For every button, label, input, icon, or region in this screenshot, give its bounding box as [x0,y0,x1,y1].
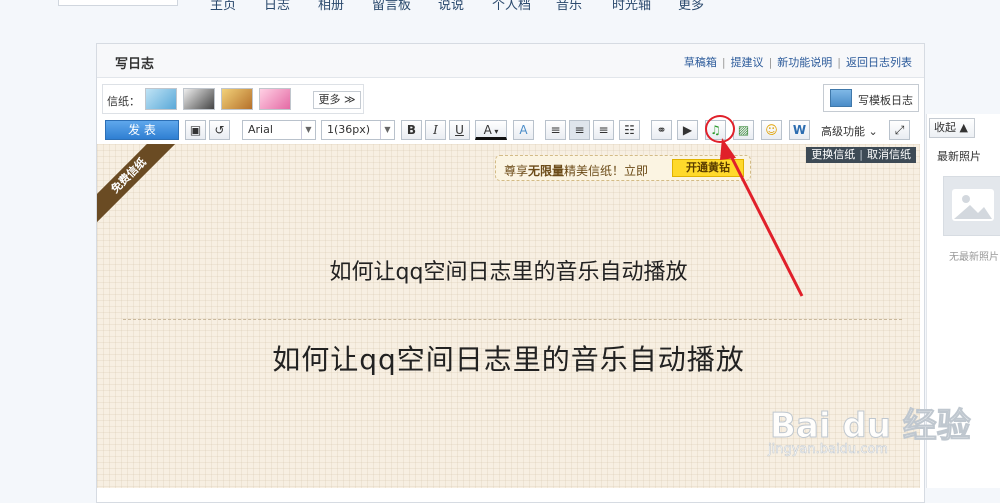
post-title[interactable]: 如何让qq空间日志里的音乐自动播放 [97,254,920,286]
bold-button[interactable]: B [401,120,422,140]
promo-banner: 尊享无限量精美信纸！立即 开通黄钻 [495,155,751,181]
photo-placeholder-icon [943,176,1000,236]
promo-text-bold: 无限量 [528,164,565,178]
nav-item-shuoshuo[interactable]: 说说 [438,0,464,13]
feedback-link[interactable]: 提建议 [731,56,764,69]
nav-item-home[interactable]: 主页 [210,0,236,13]
emoji-icon[interactable]: ☺ [761,120,782,140]
link-icon[interactable]: ⚭ [651,120,672,140]
link-separator: | [721,56,726,69]
font-family-select[interactable]: Arial ▼ [242,120,316,140]
nav-item-profile[interactable]: 个人档 [492,0,531,13]
advanced-features-menu[interactable]: 高级功能 ⌄ [821,123,878,139]
top-nav: 主页 日志 相册 留言板 说说 个人档 音乐 时光轴 更多 [0,0,1000,20]
paper-actions-bar: 更换信纸 | 取消信纸 [806,147,916,163]
nav-item-blog[interactable]: 日志 [264,0,290,13]
insert-widget-icon[interactable]: W [789,120,810,140]
page-title: 写日志 [115,57,155,72]
save-icon[interactable]: ▣ [185,120,206,140]
link-separator: | [837,56,841,69]
collapse-button[interactable]: 收起 ▲ [929,118,975,138]
undo-icon[interactable]: ↺ [209,120,230,140]
chevron-down-icon: ▼ [380,121,394,139]
stationery-thumb-dog[interactable] [183,88,215,110]
chevron-down-icon: ▼ [301,121,315,139]
fullscreen-icon[interactable]: ⤢ [889,120,910,140]
baidu-jingyan-watermark: Bai du 经验 [770,406,972,447]
stationery-thumb-lion[interactable] [221,88,253,110]
new-features-link[interactable]: 新功能说明 [777,56,832,69]
indent-icon[interactable]: ☷ [619,120,640,140]
align-center-icon[interactable]: ≡ [569,120,590,140]
watermark-url: jingyan.baidu.com [768,442,888,458]
stationery-label: 信纸： [107,95,140,108]
stationery-selector: 信纸： 更多 ≫ [102,84,364,114]
no-photo-text: 无最新照片 [949,252,999,263]
nav-item-more[interactable]: 更多 [678,0,704,13]
promo-text: 尊享无限量精美信纸！立即 [504,162,648,179]
nav-item-album[interactable]: 相册 [318,0,344,13]
stationery-thumb-flower[interactable] [259,88,291,110]
latest-photos-label: 最新照片 [937,150,981,163]
free-stationery-ribbon: 免费信纸 [97,144,179,226]
link-separator: | [859,148,863,161]
chevron-down-icon: ▾ [491,127,499,136]
header-links: 草稿箱 | 提建议 | 新功能说明 | 返回日志列表 [684,54,912,70]
template-label: 写模板日志 [858,94,913,107]
music-button-highlight-circle [705,115,735,143]
promo-text-pre: 尊享 [504,164,529,178]
align-right-icon[interactable]: ≡ [593,120,614,140]
font-size-select[interactable]: 1(36px) ▼ [321,120,395,140]
underline-button[interactable]: U [449,120,470,140]
video-icon[interactable]: ▶ [677,120,698,140]
font-family-value: Arial [248,123,273,136]
align-left-icon[interactable]: ≡ [545,120,566,140]
template-blog-button[interactable]: 写模板日志 [823,84,919,112]
italic-button[interactable]: I [425,120,446,140]
nav-item-guestbook[interactable]: 留言板 [372,0,411,13]
change-stationery-link[interactable]: 更换信纸 [811,148,855,161]
back-to-list-link[interactable]: 返回日志列表 [846,56,912,69]
stationery-thumb-bird[interactable] [145,88,177,110]
panel-header: 写日志 草稿箱 | 提建议 | 新功能说明 | 返回日志列表 [97,44,924,78]
nav-item-timeline[interactable]: 时光轴 [612,0,651,13]
nav-item-music[interactable]: 音乐 [556,0,582,13]
title-divider [123,319,902,320]
space-logo-box [58,0,178,6]
cancel-stationery-link[interactable]: 取消信纸 [867,148,911,161]
open-yellow-diamond-button[interactable]: 开通黄钻 [672,159,744,177]
stationery-more-button[interactable]: 更多 ≫ [313,91,361,109]
publish-button[interactable]: 发 表 [105,120,179,140]
template-icon [830,89,852,107]
drafts-link[interactable]: 草稿箱 [684,56,717,69]
font-size-value: 1(36px) [327,123,371,136]
font-color-label: A [483,123,492,137]
post-body[interactable]: 如何让qq空间日志里的音乐自动播放 [97,338,920,378]
font-color-button[interactable]: A ▾ [475,120,507,140]
promo-text-post: 精美信纸！立即 [564,164,649,178]
image-icon[interactable]: ▨ [733,120,754,140]
link-separator: | [768,56,773,69]
editor-toolbar: 发 表 ▣ ↺ Arial ▼ 1(36px) ▼ B I U A ▾ A ≡ … [105,120,917,142]
highlight-color-icon[interactable]: A [513,120,534,140]
